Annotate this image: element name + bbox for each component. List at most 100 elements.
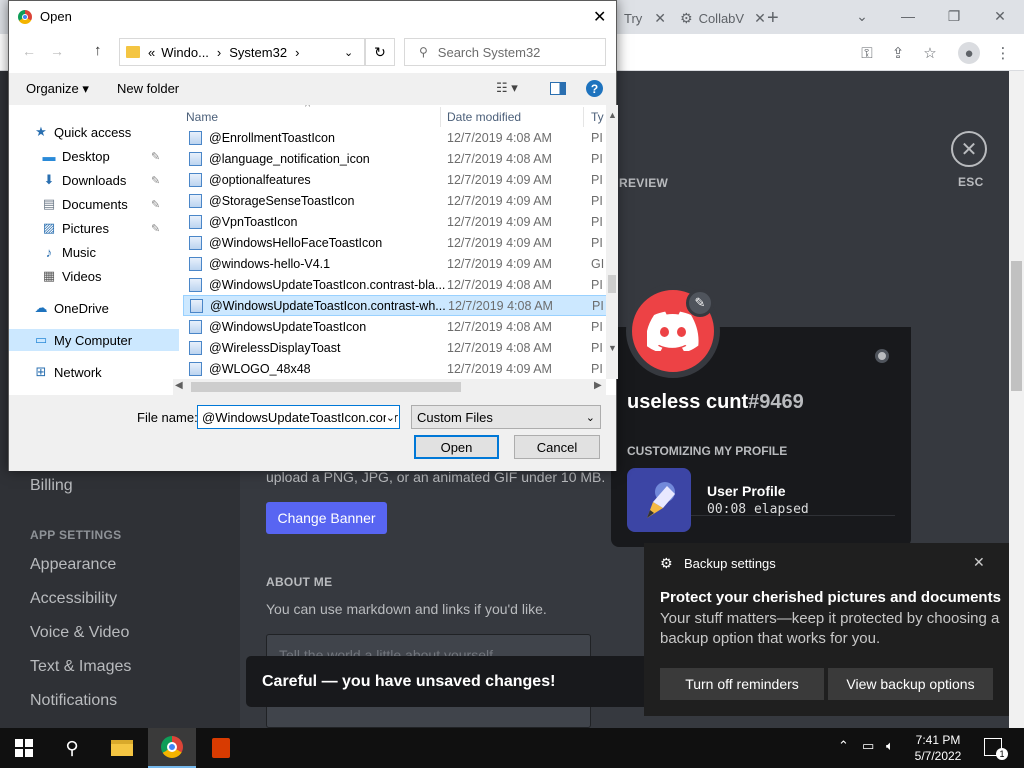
windows-logo-icon xyxy=(15,739,33,757)
nav-item-network[interactable]: ⊞ Network xyxy=(9,361,179,383)
close-icon: ✕ xyxy=(960,138,978,161)
help-icon[interactable]: ? xyxy=(586,80,603,97)
file-row[interactable]: @WirelessDisplayToast 12/7/2019 4:08 AM PI xyxy=(183,337,606,358)
organize-button[interactable]: Organize ▾ xyxy=(26,81,89,97)
star-icon[interactable]: ☆ xyxy=(920,43,940,63)
sidebar-item-accessibility[interactable]: Accessibility xyxy=(30,590,117,608)
scroll-down-icon[interactable]: ▼ xyxy=(608,343,617,353)
search-icon[interactable]: ⚲ xyxy=(48,728,96,768)
nav-item-onedrive[interactable]: ☁ OneDrive xyxy=(9,297,179,319)
new-tab-button[interactable]: + xyxy=(767,4,787,32)
file-date: 12/7/2019 4:08 AM xyxy=(447,130,552,145)
nav-item-music[interactable]: ♪ Music xyxy=(9,241,179,263)
cancel-button[interactable]: Cancel xyxy=(514,435,600,459)
tab-collabvm[interactable]: ⚙ CollabV ✕ xyxy=(680,4,766,32)
volume-icon[interactable]: 🔈︎ xyxy=(886,738,894,754)
change-banner-button[interactable]: Change Banner xyxy=(266,502,387,534)
file-row[interactable]: @EnrollmentToastIcon 12/7/2019 4:08 AM PI xyxy=(183,127,606,148)
file-type-value: Custom Files xyxy=(417,409,493,425)
chevron-down-icon[interactable]: ⌄ xyxy=(344,46,353,59)
view-options-icon[interactable]: ☷ ▾ xyxy=(496,80,518,96)
file-row[interactable]: @VpnToastIcon 12/7/2019 4:09 AM PI xyxy=(183,211,606,232)
scrollbar-thumb[interactable] xyxy=(608,275,616,293)
office-icon[interactable] xyxy=(197,728,245,768)
scroll-right-icon[interactable]: ▶ xyxy=(594,380,602,391)
turn-off-reminders-button[interactable]: Turn off reminders xyxy=(660,668,824,700)
file-row[interactable]: @optionalfeatures 12/7/2019 4:09 AM PI xyxy=(183,169,606,190)
back-arrow-icon[interactable]: ← xyxy=(22,43,36,59)
close-window-button[interactable]: ✕ xyxy=(980,4,1020,28)
toast-title: Protect your cherished pictures and docu… xyxy=(660,589,1001,606)
search-input[interactable]: ⚲ Search System32 xyxy=(404,38,606,66)
edit-avatar-icon[interactable]: ✎ xyxy=(686,289,714,317)
scrollbar-thumb[interactable] xyxy=(1011,261,1022,391)
scrollbar-thumb[interactable] xyxy=(191,382,461,392)
page-scrollbar[interactable] xyxy=(1009,71,1024,728)
sidebar-item-notifications[interactable]: Notifications xyxy=(30,692,117,710)
sidebar-item-billing[interactable]: Billing xyxy=(30,477,73,495)
file-explorer-icon[interactable] xyxy=(98,728,146,768)
sidebar-item-voice-video[interactable]: Voice & Video xyxy=(30,624,129,642)
profile-avatar[interactable]: ● xyxy=(958,42,980,64)
forward-arrow-icon[interactable]: → xyxy=(50,43,64,59)
file-name-input[interactable]: @WindowsUpdateToastIcon.contr ⌄ xyxy=(197,405,400,429)
file-row[interactable]: @WindowsHelloFaceToastIcon 12/7/2019 4:09… xyxy=(183,232,606,253)
column-type[interactable]: Ty xyxy=(591,105,604,129)
nav-item-documents[interactable]: ▤ Documents ✎ xyxy=(9,193,179,215)
breadcrumb-sep[interactable]: › xyxy=(217,45,221,60)
nav-item-pictures[interactable]: ▨ Pictures ✎ xyxy=(9,217,179,239)
file-row[interactable]: @StorageSenseToastIcon 12/7/2019 4:09 AM P… xyxy=(183,190,606,211)
column-date-modified[interactable]: Date modified xyxy=(447,105,521,129)
refresh-button[interactable]: ↻ xyxy=(365,38,395,66)
file-row[interactable]: @WLOGO_48x48 12/7/2019 4:09 AM PI xyxy=(183,358,606,379)
preview-pane-icon[interactable] xyxy=(550,82,566,95)
breadcrumb-chevrons[interactable]: « xyxy=(148,45,155,60)
minimize-button[interactable]: — xyxy=(888,4,928,28)
file-type-select[interactable]: Custom Files ⌄ xyxy=(411,405,601,429)
tab-try[interactable]: Try ✕ xyxy=(624,4,674,32)
close-icon[interactable]: ✕ xyxy=(654,10,666,27)
key-icon[interactable]: ⚿ xyxy=(857,43,877,63)
file-list-hscrollbar[interactable]: ◀ ▶ xyxy=(173,379,606,395)
share-icon[interactable]: ⇪ xyxy=(888,43,908,63)
close-settings-button[interactable]: ✕ xyxy=(951,131,987,167)
view-backup-options-button[interactable]: View backup options xyxy=(828,668,993,700)
file-list-scrollbar[interactable]: ▲ ▼ xyxy=(606,105,618,379)
restore-button[interactable]: ❐ xyxy=(934,4,974,28)
chevron-down-icon[interactable]: ⌄ xyxy=(385,410,395,424)
file-row[interactable]: @language_notification_icon 12/7/2019 4:0… xyxy=(183,148,606,169)
scroll-left-icon[interactable]: ◀ xyxy=(175,380,183,391)
folder-icon xyxy=(126,46,140,58)
new-folder-button[interactable]: New folder xyxy=(117,81,179,96)
close-icon[interactable]: ✕ xyxy=(754,10,766,27)
chevron-up-icon[interactable]: ⌃ xyxy=(838,738,849,754)
nav-item-quick-access[interactable]: ★ Quick access xyxy=(9,121,179,143)
sidebar-item-text-images[interactable]: Text & Images xyxy=(30,658,131,676)
file-row[interactable]: @WindowsUpdateToastIcon.contrast-bla... 1… xyxy=(183,274,606,295)
breadcrumb-windows[interactable]: Windo... xyxy=(161,45,209,60)
chrome-taskbar-icon[interactable] xyxy=(148,728,196,768)
file-row[interactable]: @WindowsUpdateToastIcon 12/7/2019 4:08 AM… xyxy=(183,316,606,337)
close-icon[interactable]: ✕ xyxy=(973,554,985,571)
sidebar-item-appearance[interactable]: Appearance xyxy=(30,556,116,574)
nav-item-videos[interactable]: ▦ Videos xyxy=(9,265,179,287)
nav-item-my-computer[interactable]: ▭ My Computer xyxy=(9,329,179,351)
breadcrumb-sep[interactable]: › xyxy=(295,45,299,60)
network-icon[interactable]: ▭ xyxy=(862,738,874,754)
menu-kebab-icon[interactable]: ⋮ xyxy=(993,43,1013,63)
breadcrumb-system32[interactable]: System32 xyxy=(229,45,287,60)
open-button[interactable]: Open xyxy=(414,435,499,459)
clock[interactable]: 7:41 PM 5/7/2022 xyxy=(910,733,966,763)
chevron-down-icon[interactable]: ⌄ xyxy=(842,4,882,28)
column-name[interactable]: Name xyxy=(186,105,218,129)
up-arrow-icon[interactable]: ↑ xyxy=(94,42,102,59)
close-dialog-button[interactable]: ✕ xyxy=(593,7,606,27)
file-row[interactable]: @WindowsUpdateToastIcon.contrast-wh... 12… xyxy=(183,295,606,316)
nav-item-downloads[interactable]: ⬇ Downloads ✎ xyxy=(9,169,179,191)
scroll-up-icon[interactable]: ▲ xyxy=(608,110,617,120)
address-bar[interactable]: « Windo... › System32 › ⌄ xyxy=(119,38,365,66)
file-row[interactable]: @windows-hello-V4.1 12/7/2019 4:09 AM GI xyxy=(183,253,606,274)
dialog-footer: File name: @WindowsUpdateToastIcon.contr… xyxy=(9,395,616,471)
nav-item-desktop[interactable]: ▬ Desktop ✎ xyxy=(9,145,179,167)
start-button[interactable] xyxy=(0,728,48,768)
